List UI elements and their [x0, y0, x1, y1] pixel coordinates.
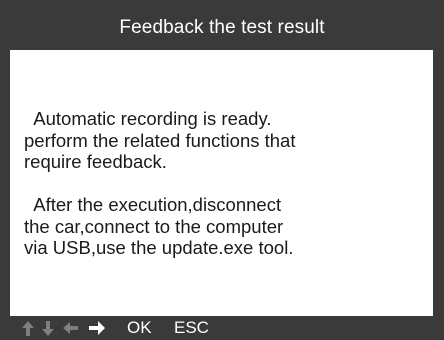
dialog-title: Feedback the test result — [10, 6, 434, 50]
esc-button[interactable]: ESC — [174, 316, 209, 340]
device-screen: Feedback the test result Automatic recor… — [0, 0, 444, 340]
footer-bar: OK ESC — [0, 316, 444, 340]
dialog-content: Automatic recording is ready. perform th… — [10, 50, 433, 316]
message-paragraph-1: Automatic recording is ready. perform th… — [24, 108, 296, 172]
arrow-left-icon[interactable] — [60, 316, 80, 340]
message-paragraph-2: After the execution,disconnect the car,c… — [24, 194, 294, 258]
ok-button[interactable]: OK — [127, 316, 152, 340]
arrow-down-icon[interactable] — [40, 316, 56, 340]
arrow-right-icon[interactable] — [86, 316, 108, 340]
arrow-up-icon[interactable] — [20, 316, 36, 340]
